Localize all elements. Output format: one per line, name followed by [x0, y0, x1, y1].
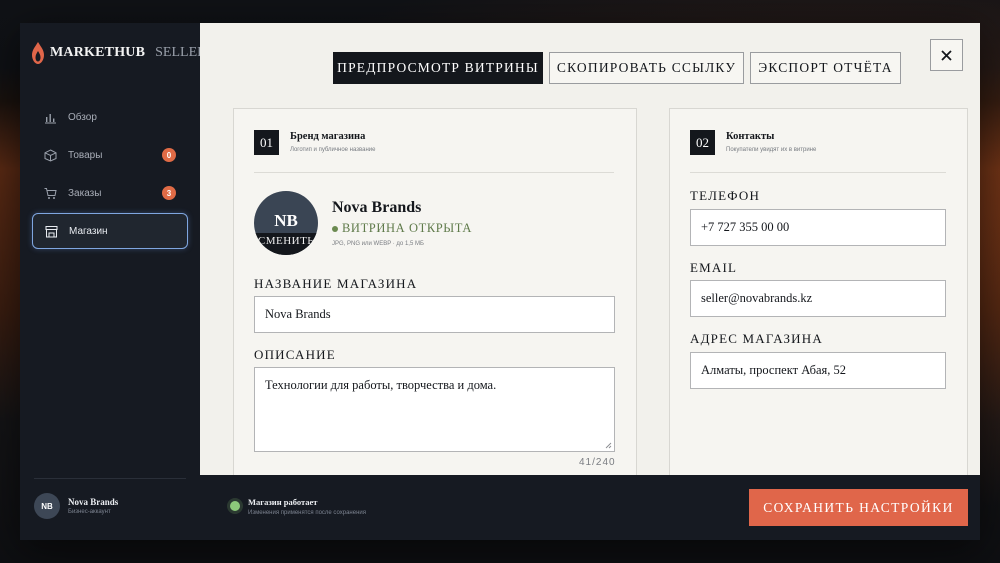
- divider: [690, 172, 946, 173]
- sidebar-item-orders[interactable]: Заказы 3: [32, 175, 188, 211]
- description-label: ОПИСАНИЕ: [254, 347, 336, 362]
- store-icon: [45, 225, 58, 237]
- sidebar-item-label: Заказы: [68, 187, 102, 199]
- description-text: Технологии для работы, творчества и дома…: [265, 378, 497, 392]
- cart-icon: [44, 187, 57, 199]
- chart-icon: [45, 113, 56, 123]
- store-name-input[interactable]: Nova Brands: [254, 296, 615, 333]
- footer-bar: Магазин работает Изменения применятся по…: [200, 475, 980, 540]
- brand: MARKETHUB SELLER: [32, 41, 206, 65]
- contacts-card: 02 Контакты Покупатели увидят их в витри…: [669, 108, 968, 478]
- card-subtitle: Покупатели увидят их в витрине: [726, 147, 817, 153]
- address-input[interactable]: Алматы, проспект Абая, 52: [690, 352, 946, 389]
- logo-initials: NB: [274, 211, 298, 230]
- email-input[interactable]: seller@novabrands.kz: [690, 280, 946, 317]
- footer-status-text: Магазин работает Изменения применятся по…: [248, 497, 366, 516]
- sidebar-item-label: Товары: [68, 149, 103, 161]
- brand-card-heading: Бренд магазина Логотип и публичное назва…: [290, 130, 375, 153]
- address-label: АДРЕС МАГАЗИНА: [690, 331, 823, 346]
- phone-input[interactable]: +7 727 355 00 00: [690, 209, 946, 246]
- email-label: EMAIL: [690, 260, 738, 275]
- contacts-card-header: 02 Контакты Покупатели увидят их в витри…: [690, 130, 816, 155]
- account-name: Nova Brands: [68, 497, 119, 507]
- step-number: 02: [690, 130, 715, 155]
- card-subtitle: Логотип и публичное название: [290, 147, 376, 153]
- account-info: Nova Brands Бизнес-аккаунт: [68, 497, 118, 515]
- sidebar-item-label: Магазин: [69, 225, 108, 237]
- store-name: Nova Brands: [332, 199, 422, 216]
- live-dot-icon: [230, 501, 240, 511]
- products-count-badge: 0: [162, 148, 176, 162]
- save-settings-button[interactable]: СОХРАНИТЬ НАСТРОЙКИ: [749, 489, 968, 526]
- store-status-label: ВИТРИНА ОТКРЫТА: [342, 221, 473, 235]
- footer-status-subtitle: Изменения применятся после сохранения: [248, 510, 366, 516]
- description-counter: 41/240: [579, 457, 616, 468]
- export-report-button[interactable]: ЭКСПОРТ ОТЧЁТА: [750, 52, 901, 84]
- close-icon: [941, 49, 952, 61]
- app-window: MARKETHUB SELLER Обзор Товары 0 Заказы 3…: [20, 23, 980, 540]
- description-textarea[interactable]: Технологии для работы, творчества и дома…: [254, 367, 615, 452]
- close-button[interactable]: [930, 39, 963, 71]
- account[interactable]: NB Nova Brands Бизнес-аккаунт: [34, 493, 118, 519]
- flame-logo-icon: [32, 42, 44, 64]
- card-title: Контакты: [726, 131, 775, 142]
- brand-name: MARKETHUB: [50, 45, 146, 60]
- box-icon: [44, 148, 57, 162]
- store-live-status: Магазин работает Изменения применятся по…: [230, 497, 366, 516]
- sidebar-item-label: Обзор: [68, 111, 97, 123]
- step-number: 01: [254, 130, 279, 155]
- main-panel: ПРЕДПРОСМОТР ВИТРИНЫ СКОПИРОВАТЬ ССЫЛКУ …: [200, 23, 980, 478]
- sidebar-item-overview[interactable]: Обзор: [32, 99, 188, 135]
- contacts-card-heading: Контакты Покупатели увидят их в витрине: [726, 130, 816, 153]
- store-name-label: НАЗВАНИЕ МАГАЗИНА: [254, 276, 418, 291]
- change-logo-button[interactable]: СМЕНИТЬ: [254, 233, 318, 255]
- sidebar-nav: Обзор Товары 0 Заказы 3 Магазин: [32, 99, 188, 251]
- sidebar: MARKETHUB SELLER Обзор Товары 0 Заказы 3…: [20, 23, 206, 540]
- status-dot-icon: [332, 225, 338, 232]
- copy-link-button[interactable]: СКОПИРОВАТЬ ССЫЛКУ: [549, 52, 744, 84]
- sidebar-divider: [34, 478, 186, 479]
- card-title: Бренд магазина: [290, 131, 366, 142]
- sidebar-item-products[interactable]: Товары 0: [32, 137, 188, 173]
- orders-count-badge: 3: [162, 186, 176, 200]
- store-status: ВИТРИНА ОТКРЫТА: [332, 221, 472, 236]
- store-logo[interactable]: NB СМЕНИТЬ: [254, 191, 318, 255]
- sidebar-item-store[interactable]: Магазин: [32, 213, 188, 249]
- preview-storefront-button[interactable]: ПРЕДПРОСМОТР ВИТРИНЫ: [333, 52, 543, 84]
- resize-handle-icon[interactable]: [605, 442, 612, 449]
- brand-suffix: SELLER: [155, 45, 207, 60]
- brand-card-header: 01 Бренд магазина Логотип и публичное на…: [254, 130, 375, 155]
- phone-label: ТЕЛЕФОН: [690, 188, 761, 203]
- logo-hint: JPG, PNG или WEBP · до 1,5 МБ: [332, 241, 424, 247]
- divider: [254, 172, 614, 173]
- avatar: NB: [34, 493, 60, 519]
- brand-card: 01 Бренд магазина Логотип и публичное на…: [233, 108, 637, 478]
- footer-status-title: Магазин работает: [248, 497, 318, 507]
- account-role: Бизнес-аккаунт: [68, 509, 111, 515]
